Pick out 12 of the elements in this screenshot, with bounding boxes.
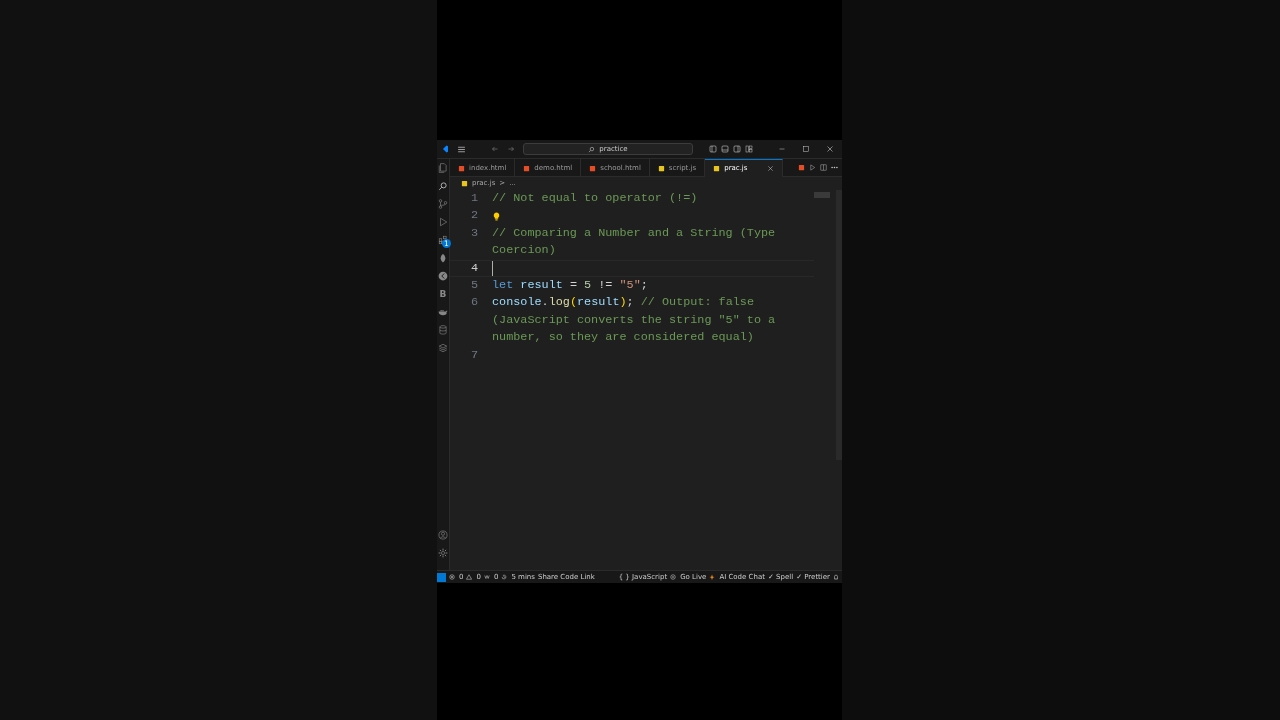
line-number: 4	[469, 259, 479, 277]
code-line: // Comparing a Number and a String (Type Coercion)	[492, 224, 777, 260]
code-line: console.log(result); // Output: false (JavaScript converts the string "5" to a number, so they are considered equal)	[492, 294, 777, 347]
line-number: 7	[469, 346, 479, 364]
line-number: 2	[469, 207, 479, 225]
line-number: 1	[469, 190, 479, 207]
code-line: let result = 5 != "5";	[492, 277, 649, 295]
line-number: 5	[469, 277, 479, 295]
line-number: 6	[469, 294, 479, 312]
code-line: // Not equal to operator (!=)	[492, 190, 699, 207]
line-number: 3	[469, 224, 479, 242]
activity-letter[interactable]: B	[439, 289, 447, 299]
